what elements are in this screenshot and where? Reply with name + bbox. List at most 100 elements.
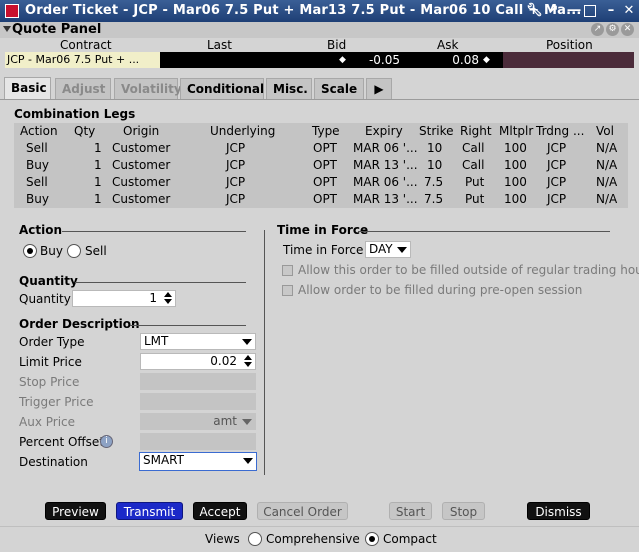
- start-button[interactable]: Start: [389, 502, 432, 520]
- pin-icon[interactable]: ↗: [545, 3, 561, 19]
- stop-button[interactable]: Stop: [442, 502, 485, 520]
- table-row[interactable]: Sell 1 Customer JCP OPT MAR 06 '... 7.5 …: [14, 174, 628, 191]
- dismiss-button[interactable]: Dismiss: [527, 502, 590, 520]
- leg-right: Call: [462, 141, 485, 155]
- pre-open-checkbox[interactable]: [282, 285, 293, 296]
- restore-icon[interactable]: [584, 5, 596, 17]
- compact-radio[interactable]: [365, 532, 379, 546]
- buy-radio[interactable]: [23, 244, 37, 258]
- leg-underlying: JCP: [226, 158, 246, 172]
- quote-row[interactable]: JCP - Mar06 7.5 Put + ... ◆ -0.05 0.08 ◆: [5, 52, 634, 68]
- tab-conditional[interactable]: Conditional: [180, 78, 264, 99]
- col-last: Last: [207, 38, 232, 52]
- quote-bid[interactable]: -0.05: [345, 52, 400, 68]
- quote-position: [503, 52, 634, 68]
- wrench-icon[interactable]: 🔧︎: [526, 3, 543, 19]
- tab-misc[interactable]: Misc.: [266, 78, 312, 99]
- pre-open-label[interactable]: Allow order to be filled during pre-open…: [298, 283, 582, 297]
- tab-bar: Basic Adjust Volatility Conditional Misc…: [0, 77, 639, 99]
- close-icon[interactable]: ✕: [621, 3, 637, 19]
- leg-mltplr: 100: [504, 192, 527, 206]
- percent-offset-field[interactable]: [140, 433, 256, 450]
- sell-radio[interactable]: [67, 244, 81, 258]
- limit-price-stepper[interactable]: 0.02: [140, 353, 256, 370]
- leg-action: Buy: [26, 158, 49, 172]
- time-in-force-select[interactable]: DAY: [365, 241, 411, 258]
- comprehensive-label[interactable]: Comprehensive: [266, 532, 360, 546]
- chevron-down-icon[interactable]: [397, 247, 407, 253]
- chevron-down-icon[interactable]: [242, 419, 252, 425]
- table-row[interactable]: Sell 1 Customer JCP OPT MAR 06 '... 10 C…: [14, 140, 628, 157]
- quote-contract[interactable]: JCP - Mar06 7.5 Put + ...: [5, 52, 160, 68]
- limit-price-spinner-icon[interactable]: [244, 355, 253, 368]
- leg-right: Call: [462, 158, 485, 172]
- aux-price-select[interactable]: amt: [140, 413, 256, 430]
- legs-header-mltplr: Mltplr: [499, 124, 534, 138]
- tab-volatility[interactable]: Volatility: [114, 78, 182, 99]
- link-icon[interactable]: ↗: [591, 23, 604, 36]
- tab-scale[interactable]: Scale: [314, 78, 364, 99]
- leg-right: Put: [465, 192, 485, 206]
- col-contract: Contract: [60, 38, 112, 52]
- minimize-icon[interactable]: –: [603, 3, 619, 19]
- transmit-button[interactable]: Transmit: [116, 502, 183, 520]
- limit-price-value: 0.02: [210, 354, 237, 368]
- leg-origin: Customer: [112, 158, 171, 172]
- settings-icon[interactable]: ⚙: [606, 23, 619, 36]
- combination-legs-table: Action Qty Origin Underlying Type Expiry…: [14, 123, 628, 208]
- leg-expiry: MAR 13 '...: [353, 192, 418, 206]
- leg-strike: 7.5: [424, 192, 444, 206]
- legs-header-vol: Vol: [596, 124, 614, 138]
- quantity-value: 1: [149, 291, 157, 305]
- accept-button[interactable]: Accept: [193, 502, 247, 520]
- outside-rth-checkbox[interactable]: [282, 265, 293, 276]
- compact-label[interactable]: Compact: [383, 532, 437, 546]
- legs-header-origin: Origin: [123, 124, 160, 138]
- table-row[interactable]: Buy 1 Customer JCP OPT MAR 13 '... 10 Ca…: [14, 157, 628, 174]
- quote-ask[interactable]: 0.08: [433, 52, 479, 68]
- quantity-spinner-icon[interactable]: [164, 292, 173, 305]
- trigger-price-field[interactable]: [140, 393, 256, 410]
- leg-strike: 10: [427, 141, 443, 155]
- leg-origin: Customer: [112, 192, 171, 206]
- chevron-down-icon[interactable]: [243, 458, 253, 464]
- quote-columns: Contract Last Bid Ask Position: [0, 38, 639, 52]
- preview-button[interactable]: Preview: [45, 502, 106, 520]
- comprehensive-radio[interactable]: [248, 532, 262, 546]
- leg-qty: 1: [94, 141, 102, 155]
- order-type-select[interactable]: LMT: [140, 333, 256, 350]
- collapse-triangle-icon[interactable]: [3, 26, 11, 32]
- action-section-title: Action: [19, 223, 63, 237]
- leg-underlying: JCP: [226, 175, 246, 189]
- leg-expiry: MAR 06 '...: [353, 175, 418, 189]
- leg-qty: 1: [94, 192, 102, 206]
- leg-expiry: MAR 06 '...: [353, 141, 418, 155]
- legs-header-trading: Trdng ...: [536, 124, 585, 138]
- chevron-down-icon[interactable]: [242, 339, 252, 345]
- quantity-stepper[interactable]: 1: [72, 290, 176, 307]
- col-position: Position: [546, 38, 593, 52]
- title-bar[interactable]: Order Ticket - JCP - Mar06 7.5 Put + Mar…: [0, 0, 639, 22]
- buy-label[interactable]: Buy: [40, 244, 63, 258]
- leg-vol: N/A: [596, 141, 618, 155]
- quote-panel-header[interactable]: Quote Panel ↗ ⚙ ✕: [0, 22, 639, 38]
- tab-adjust[interactable]: Adjust: [55, 78, 111, 99]
- table-row[interactable]: Buy 1 Customer JCP OPT MAR 13 '... 7.5 P…: [14, 191, 628, 208]
- destination-select[interactable]: SMART: [139, 452, 257, 471]
- order-type-label: Order Type: [19, 335, 85, 349]
- cancel-order-button[interactable]: Cancel Order: [257, 502, 348, 520]
- tab-basic[interactable]: Basic: [4, 77, 51, 99]
- col-bid: Bid: [327, 38, 347, 52]
- app-icon: [5, 4, 19, 18]
- percent-offset-label: Percent Offset: [19, 435, 105, 449]
- outside-rth-label[interactable]: Allow this order to be filled outside of…: [298, 263, 639, 277]
- leg-qty: 1: [94, 158, 102, 172]
- sell-label[interactable]: Sell: [85, 244, 107, 258]
- info-icon[interactable]: i: [100, 435, 113, 448]
- tab-scroll-right-icon[interactable]: ▶: [366, 78, 392, 99]
- stop-price-field[interactable]: [140, 373, 256, 390]
- dash-icon[interactable]: ―: [566, 3, 582, 19]
- views-label: Views: [205, 532, 240, 546]
- close-panel-icon[interactable]: ✕: [621, 23, 634, 36]
- action-divider: [62, 231, 246, 232]
